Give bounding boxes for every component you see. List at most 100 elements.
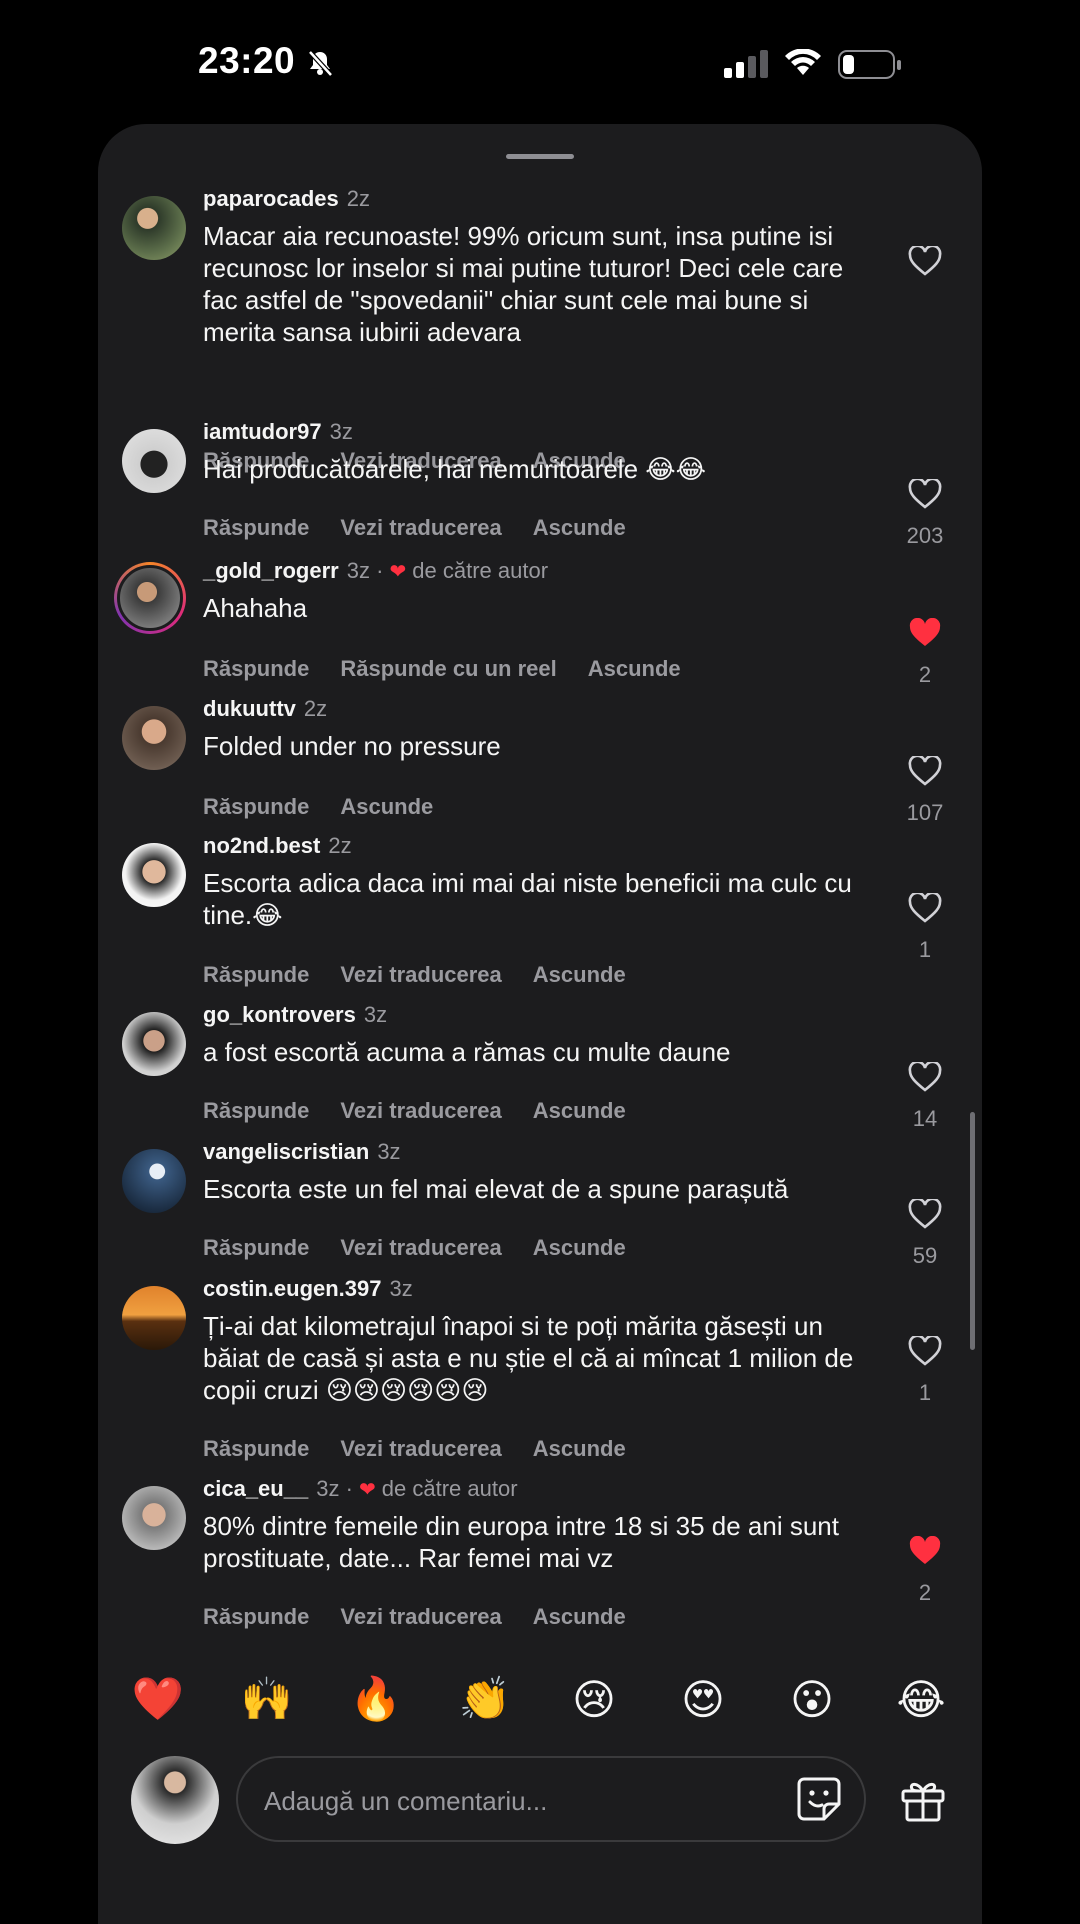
- hide-button[interactable]: Ascunde: [533, 515, 626, 540]
- comment-text: Hai producătoarele, hai nemuritoarele 😂😂: [203, 454, 707, 484]
- reply-button[interactable]: Răspunde: [203, 1235, 309, 1260]
- hide-button[interactable]: Ascunde: [340, 794, 433, 819]
- like-button[interactable]: 2: [898, 618, 952, 688]
- like-button[interactable]: 2: [898, 1536, 952, 1606]
- heart-outline-icon: [908, 1199, 942, 1229]
- like-count: 2: [918, 662, 932, 687]
- heart-outline-icon: [908, 1062, 942, 1092]
- reply-button[interactable]: Răspunde: [203, 1604, 309, 1629]
- liked-by-author-label: de către autor: [381, 1476, 518, 1501]
- comment-text: Escorta adica daca imi mai dai niste ben…: [203, 868, 852, 930]
- like-count: 1: [918, 1380, 932, 1405]
- hide-button[interactable]: Ascunde: [533, 1604, 626, 1629]
- comment-text: Escorta este un fel mai elevat de a spun…: [203, 1174, 789, 1204]
- comment-username[interactable]: dukuuttv: [203, 696, 296, 721]
- author-heart-icon: ❤: [389, 561, 407, 583]
- avatar: [117, 565, 183, 631]
- reply-with-reel-button[interactable]: Răspunde cu un reel: [340, 656, 556, 681]
- like-button[interactable]: [898, 246, 952, 290]
- comment-text: Macar aia recunoaste! 99% oricum sunt, i…: [203, 221, 844, 347]
- quick-reactions-bar: ❤️ 🙌 🔥 👏 😢 😍 😮 😂: [0, 1675, 1080, 1731]
- reaction-surprised[interactable]: 😮: [782, 1675, 842, 1724]
- comment-age: 3z: [316, 1476, 340, 1501]
- reaction-clap[interactable]: 👏: [455, 1675, 515, 1724]
- see-translation-button[interactable]: Vezi traducerea: [340, 1436, 501, 1461]
- avatar[interactable]: [122, 1486, 186, 1550]
- like-button[interactable]: 1: [898, 893, 952, 963]
- avatar[interactable]: [122, 196, 186, 260]
- like-button[interactable]: 107: [898, 756, 952, 826]
- reaction-laughing[interactable]: 😂: [891, 1675, 951, 1724]
- sheet-grabber[interactable]: [506, 154, 574, 159]
- gift-icon[interactable]: [900, 1777, 946, 1828]
- comment-username[interactable]: vangeliscristian: [203, 1139, 369, 1164]
- avatar[interactable]: [122, 1149, 186, 1213]
- comment-username[interactable]: paparocades: [203, 186, 339, 211]
- scrollbar[interactable]: [970, 1112, 975, 1350]
- reply-button[interactable]: Răspunde: [203, 515, 309, 540]
- reply-button[interactable]: Răspunde: [203, 1098, 309, 1123]
- heart-outline-icon: [908, 893, 942, 923]
- comment-age: 2z: [328, 833, 352, 858]
- reaction-heart[interactable]: ❤️: [128, 1675, 188, 1724]
- reply-button[interactable]: Răspunde: [203, 794, 309, 819]
- comment-username[interactable]: costin.eugen.397: [203, 1276, 382, 1301]
- liked-by-author-label: de către autor: [412, 558, 549, 583]
- comment-text: 80% dintre femeile din europa intre 18 s…: [203, 1511, 839, 1573]
- sticker-icon[interactable]: [796, 1776, 842, 1827]
- comment-username[interactable]: cica_eu__: [203, 1476, 308, 1501]
- author-heart-icon: ❤: [359, 1479, 376, 1501]
- reaction-crying[interactable]: 😢: [564, 1675, 624, 1724]
- comment-age: 3z: [363, 1002, 388, 1027]
- like-count: 203: [906, 523, 944, 548]
- see-translation-button[interactable]: Vezi traducerea: [340, 962, 501, 987]
- comment-age: 2z: [303, 696, 328, 721]
- heart-filled-icon: [909, 1536, 941, 1564]
- silent-mode-icon: [305, 48, 335, 83]
- comment-age: 2z: [346, 186, 370, 211]
- see-translation-button[interactable]: Vezi traducerea: [340, 1235, 501, 1260]
- like-count: 2: [918, 1580, 932, 1605]
- hide-button[interactable]: Ascunde: [533, 1436, 626, 1461]
- comment-input[interactable]: [262, 1778, 766, 1824]
- see-translation-button[interactable]: Vezi traducerea: [340, 1604, 501, 1629]
- comment-text: a fost escortă acuma a rămas cu multe da…: [203, 1037, 731, 1067]
- see-translation-button[interactable]: Vezi traducerea: [340, 1098, 501, 1123]
- heart-outline-icon: [908, 756, 942, 786]
- comment-username[interactable]: go_kontrovers: [203, 1002, 356, 1027]
- comment-username[interactable]: no2nd.best: [203, 833, 320, 858]
- hide-button[interactable]: Ascunde: [533, 1235, 626, 1260]
- comments-sheet: paparocades 2z Macar aia recunoaste! 99% …: [98, 124, 982, 1924]
- reaction-fire[interactable]: 🔥: [346, 1675, 406, 1724]
- clock: 23:20: [198, 40, 296, 81]
- cellular-signal-icon: [724, 50, 770, 83]
- comment-text: Folded under no pressure: [203, 731, 501, 761]
- reply-button[interactable]: Răspunde: [203, 962, 309, 987]
- like-button[interactable]: 59: [898, 1199, 952, 1269]
- avatar-story-ring[interactable]: [114, 562, 186, 634]
- avatar[interactable]: [122, 1012, 186, 1076]
- hide-button[interactable]: Ascunde: [533, 962, 626, 987]
- like-button[interactable]: 1: [898, 1336, 952, 1406]
- see-translation-button[interactable]: Vezi traducerea: [340, 515, 501, 540]
- heart-filled-icon: [909, 618, 941, 646]
- comment-composer[interactable]: [236, 1756, 866, 1842]
- reaction-raised-hands[interactable]: 🙌: [237, 1675, 297, 1724]
- wifi-icon: [784, 48, 822, 82]
- avatar[interactable]: [122, 1286, 186, 1350]
- comment-username[interactable]: _gold_rogerr: [203, 558, 339, 583]
- hide-button[interactable]: Ascunde: [533, 1098, 626, 1123]
- comment-age: 3z: [389, 1276, 413, 1301]
- comment-username[interactable]: iamtudor97: [203, 419, 322, 444]
- comment-text: Ți-ai dat kilometrajul înapoi si te poți…: [203, 1311, 854, 1405]
- avatar[interactable]: [122, 429, 186, 493]
- reply-button[interactable]: Răspunde: [203, 656, 309, 681]
- like-button[interactable]: 203: [898, 479, 952, 549]
- avatar[interactable]: [122, 706, 186, 770]
- reply-button[interactable]: Răspunde: [203, 1436, 309, 1461]
- like-button[interactable]: 14: [898, 1062, 952, 1132]
- like-count: 59: [912, 1243, 938, 1268]
- avatar[interactable]: [122, 843, 186, 907]
- hide-button[interactable]: Ascunde: [588, 656, 681, 681]
- reaction-heart-eyes[interactable]: 😍: [673, 1675, 733, 1724]
